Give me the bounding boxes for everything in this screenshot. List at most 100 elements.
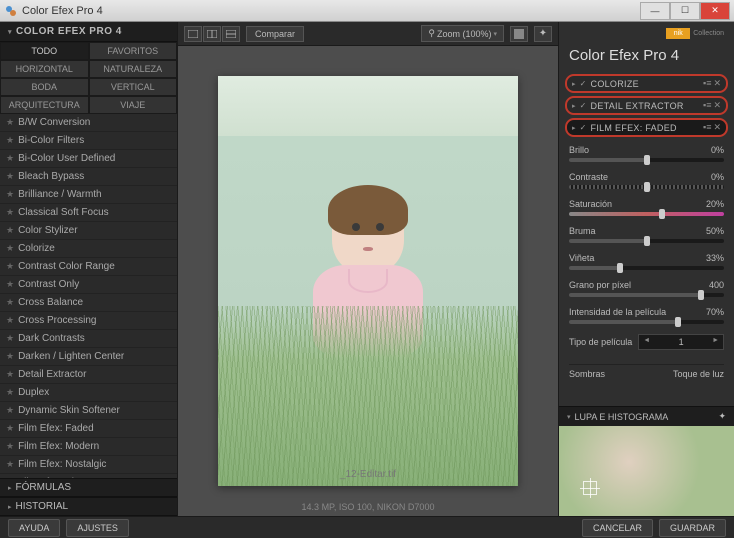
category-naturaleza[interactable]: NATURALEZA — [89, 60, 178, 78]
slider-handle[interactable] — [617, 263, 623, 273]
ayuda-button[interactable]: AYUDA — [8, 519, 60, 537]
pin-icon[interactable]: ✦ — [718, 411, 726, 422]
star-icon[interactable]: ★ — [6, 135, 14, 146]
filter-item[interactable]: ★Bi-Color User Defined — [0, 150, 177, 168]
slider-handle[interactable] — [698, 290, 704, 300]
filter-item[interactable]: ★Contrast Color Range — [0, 258, 177, 276]
settings-icon[interactable]: ✦ — [534, 26, 552, 42]
formulas-section[interactable]: ▸FÓRMULAS — [0, 478, 177, 497]
category-viaje[interactable]: VIAJE — [89, 96, 178, 114]
star-icon[interactable]: ★ — [6, 459, 14, 470]
filter-item[interactable]: ★Dark Contrasts — [0, 330, 177, 348]
filter-item[interactable]: ★Bi-Color Filters — [0, 132, 177, 150]
maximize-button[interactable]: ☐ — [670, 2, 700, 20]
star-icon[interactable]: ★ — [6, 423, 14, 434]
close-button[interactable]: ✕ — [700, 2, 730, 20]
star-icon[interactable]: ★ — [6, 189, 14, 200]
slider[interactable] — [569, 293, 724, 297]
slider-handle[interactable] — [659, 209, 665, 219]
star-icon[interactable]: ★ — [6, 153, 14, 164]
slider[interactable] — [569, 320, 724, 324]
background-toggle-button[interactable] — [510, 26, 528, 42]
layer-opts-icon[interactable]: ▪≡ — [703, 122, 711, 133]
guardar-button[interactable]: GUARDAR — [659, 519, 726, 537]
minimize-button[interactable]: — — [640, 2, 670, 20]
filter-item[interactable]: ★Film Efex: Modern — [0, 438, 177, 456]
layer-colorize[interactable]: ▸✓COLORIZE▪≡ ✕ — [565, 74, 728, 93]
category-todo[interactable]: TODO — [0, 42, 89, 60]
loupe-preview[interactable] — [559, 426, 734, 516]
layer-opts-icon[interactable]: ▪≡ — [703, 78, 711, 89]
filter-item[interactable]: ★Film Efex: Faded — [0, 420, 177, 438]
layer-remove-icon[interactable]: ✕ — [713, 78, 721, 89]
compare-button[interactable]: Comparar — [246, 26, 304, 42]
filter-item[interactable]: ★Brilliance / Warmth — [0, 186, 177, 204]
filter-item[interactable]: ★Detail Extractor — [0, 366, 177, 384]
slider-handle[interactable] — [644, 182, 650, 192]
layer-remove-icon[interactable]: ✕ — [713, 100, 721, 111]
category-horizontal[interactable]: HORIZONTAL — [0, 60, 89, 78]
star-icon[interactable]: ★ — [6, 405, 14, 416]
star-icon[interactable]: ★ — [6, 387, 14, 398]
slider[interactable] — [569, 212, 724, 216]
category-arquitectura[interactable]: ARQUITECTURA — [0, 96, 89, 114]
category-favoritos[interactable]: FAVORITOS — [89, 42, 178, 60]
layer-remove-icon[interactable]: ✕ — [713, 122, 721, 133]
star-icon[interactable]: ★ — [6, 315, 14, 326]
slider-handle[interactable] — [644, 155, 650, 165]
filter-item[interactable]: ★Cross Processing — [0, 312, 177, 330]
slider-handle[interactable] — [644, 236, 650, 246]
filter-item[interactable]: ★Film Efex: Nostalgic — [0, 456, 177, 474]
layer-film-efex-faded[interactable]: ▸✓FILM EFEX: FADED▪≡ ✕ — [565, 118, 728, 137]
star-icon[interactable]: ★ — [6, 243, 14, 254]
layer-opts-icon[interactable]: ▪≡ — [703, 100, 711, 111]
category-boda[interactable]: BODA — [0, 78, 89, 96]
cancelar-button[interactable]: CANCELAR — [582, 519, 653, 537]
filter-item[interactable]: ★Darken / Lighten Center — [0, 348, 177, 366]
filter-item[interactable]: ★Contrast Only — [0, 276, 177, 294]
ajustes-button[interactable]: AJUSTES — [66, 519, 129, 537]
slider[interactable] — [569, 185, 724, 189]
sombras-label[interactable]: Sombras — [569, 369, 605, 379]
star-icon[interactable]: ★ — [6, 369, 14, 380]
view-split-v-button[interactable] — [222, 26, 240, 42]
tipo-stepper[interactable]: 1 — [638, 334, 724, 350]
filter-item[interactable]: ★Bleach Bypass — [0, 168, 177, 186]
loupe-header[interactable]: ▾LUPA E HISTOGRAMA✦ — [559, 406, 734, 426]
image-canvas[interactable]: _12-Editar.tif 14.3 MP, ISO 100, NIKON D… — [178, 46, 558, 516]
check-icon[interactable]: ✓ — [579, 123, 588, 132]
slider-handle[interactable] — [675, 317, 681, 327]
star-icon[interactable]: ★ — [6, 333, 14, 344]
filter-item[interactable]: ★Classical Soft Focus — [0, 204, 177, 222]
star-icon[interactable]: ★ — [6, 207, 14, 218]
category-vertical[interactable]: VERTICAL — [89, 78, 178, 96]
filter-item[interactable]: ★Color Stylizer — [0, 222, 177, 240]
zoom-dropdown[interactable]: ⚲Zoom (100%)▾ — [421, 25, 504, 42]
star-icon[interactable]: ★ — [6, 441, 14, 452]
star-icon[interactable]: ★ — [6, 279, 14, 290]
layer-detail-extractor[interactable]: ▸✓DETAIL EXTRACTOR▪≡ ✕ — [565, 96, 728, 115]
star-icon[interactable]: ★ — [6, 225, 14, 236]
filter-item[interactable]: ★Duplex — [0, 384, 177, 402]
check-icon[interactable]: ✓ — [579, 79, 588, 88]
view-single-button[interactable] — [184, 26, 202, 42]
star-icon[interactable]: ★ — [6, 351, 14, 362]
star-icon[interactable]: ★ — [6, 117, 14, 128]
loupe-crosshair[interactable] — [583, 481, 597, 495]
filter-item[interactable]: ★Cross Balance — [0, 294, 177, 312]
slider[interactable] — [569, 239, 724, 243]
check-icon[interactable]: ✓ — [579, 101, 588, 110]
toque-label[interactable]: Toque de luz — [673, 369, 724, 379]
star-icon[interactable]: ★ — [6, 261, 14, 272]
collapse-icon[interactable]: ▾ — [8, 28, 12, 36]
filter-item[interactable]: ★Colorize — [0, 240, 177, 258]
view-split-h-button[interactable] — [203, 26, 221, 42]
filter-item[interactable]: ★Dynamic Skin Softener — [0, 402, 177, 420]
slider[interactable] — [569, 158, 724, 162]
slider[interactable] — [569, 266, 724, 270]
star-icon[interactable]: ★ — [6, 297, 14, 308]
filter-list[interactable]: ★B/W Conversion★Bi-Color Filters★Bi-Colo… — [0, 114, 177, 478]
historial-section[interactable]: ▸HISTORIAL — [0, 497, 177, 516]
star-icon[interactable]: ★ — [6, 171, 14, 182]
filter-item[interactable]: ★B/W Conversion — [0, 114, 177, 132]
